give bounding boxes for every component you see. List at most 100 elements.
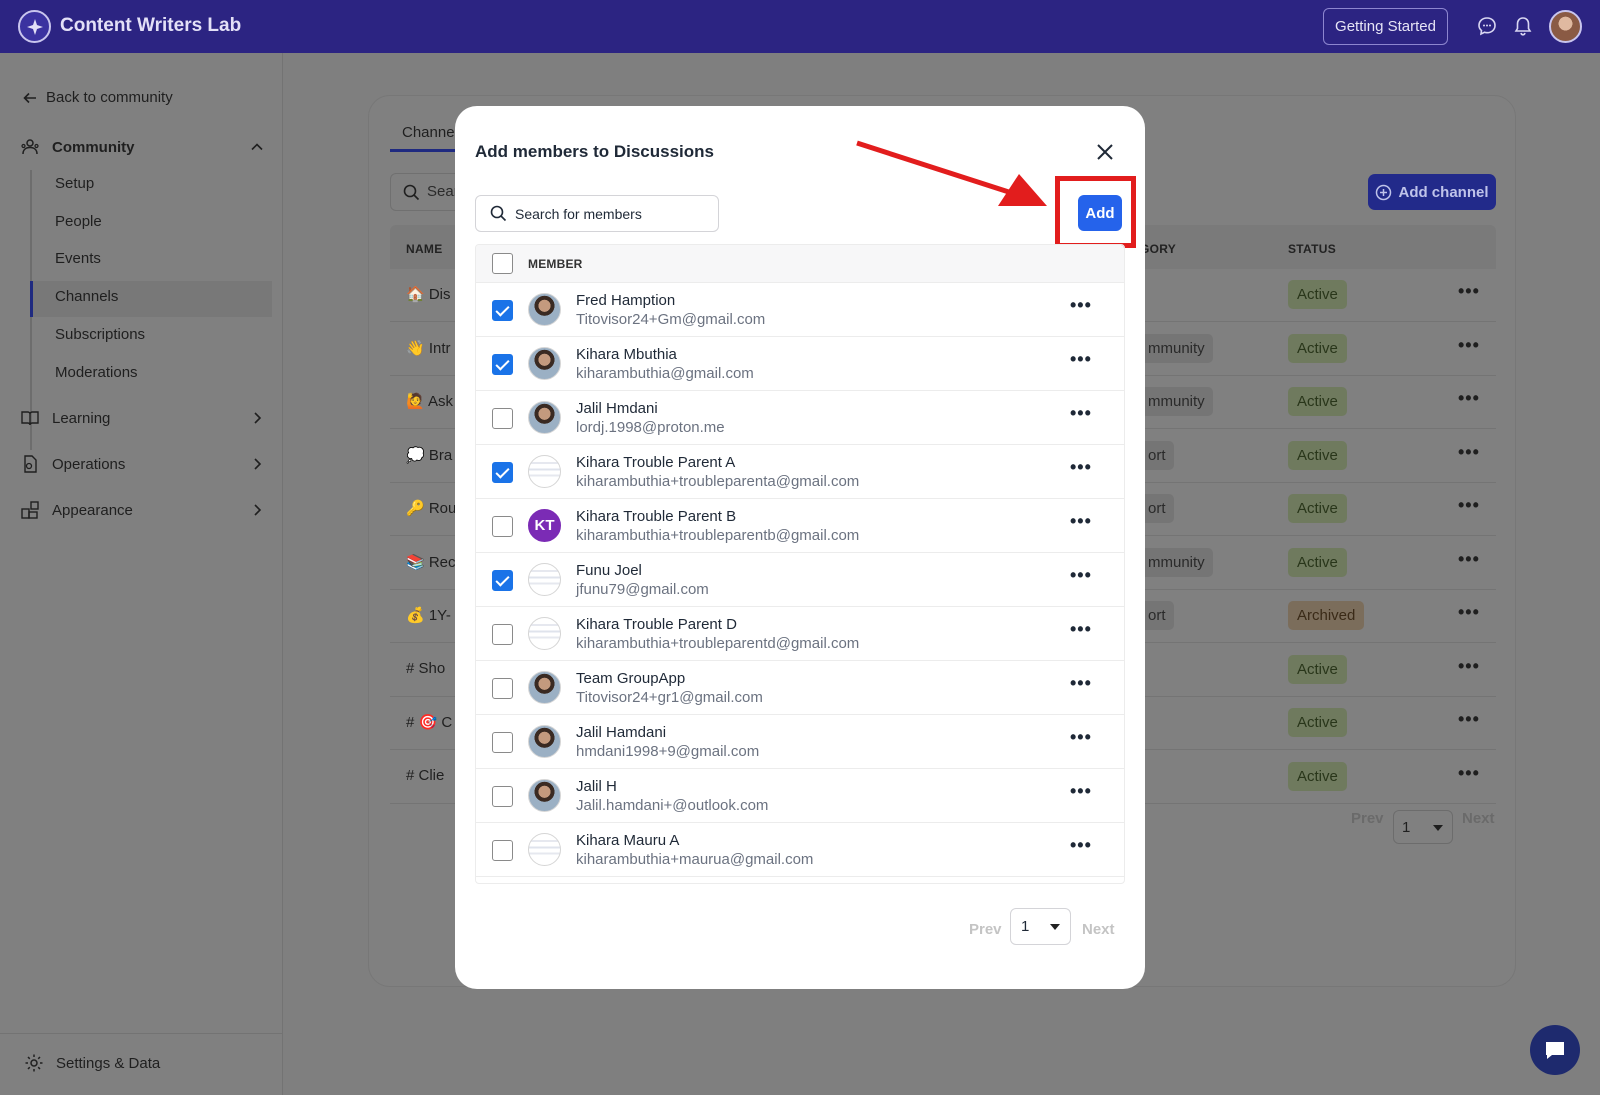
sidebar-section-community[interactable]: Community [20, 137, 265, 157]
member-email: kiharambuthia@gmail.com [576, 365, 754, 382]
add-channel-button[interactable]: Add channel [1368, 174, 1496, 210]
sidebar-section-operations[interactable]: Operations [20, 454, 265, 474]
member-name: Kihara Trouble Parent A [576, 454, 736, 471]
member-row[interactable]: Kihara Mbuthia kiharambuthia@gmail.com ••• [476, 337, 1124, 391]
member-email: kiharambuthia+troubleparentd@gmail.com [576, 635, 860, 652]
status-badge: Active [1288, 333, 1347, 363]
close-icon[interactable] [1095, 142, 1115, 162]
more-options-icon[interactable]: ••• [1458, 549, 1480, 570]
member-checkbox[interactable] [492, 732, 513, 753]
add-highlight-box: Add [1055, 176, 1136, 248]
app-logo-icon[interactable] [18, 10, 51, 43]
channel-category: mmunity [1140, 333, 1213, 363]
sidebar-item-people[interactable]: People [55, 213, 102, 230]
channel-name: 💭 Bra [406, 446, 453, 464]
member-checkbox[interactable] [492, 408, 513, 429]
back-to-community-link[interactable]: Back to community [22, 89, 173, 106]
chat-bubble-icon [1546, 1042, 1564, 1059]
column-member: MEMBER [528, 257, 583, 271]
add-button[interactable]: Add [1078, 195, 1122, 231]
more-options-icon[interactable]: ••• [1070, 619, 1092, 640]
modal-title: Add members to Discussions [475, 142, 715, 161]
bg-prev-button[interactable]: Prev [1351, 810, 1384, 827]
settings-link[interactable]: Settings & Data [24, 1053, 160, 1073]
top-bar: Content Writers Lab Getting Started [0, 0, 1600, 53]
more-options-icon[interactable]: ••• [1458, 495, 1480, 516]
sidebar-item-setup[interactable]: Setup [55, 175, 94, 192]
more-options-icon[interactable]: ••• [1070, 781, 1092, 802]
member-checkbox[interactable] [492, 624, 513, 645]
more-options-icon[interactable]: ••• [1458, 709, 1480, 730]
member-row[interactable]: Team GroupApp Titovisor24+gr1@gmail.com ••… [476, 661, 1124, 715]
more-options-icon[interactable]: ••• [1070, 457, 1092, 478]
sidebar-item-moderations[interactable]: Moderations [55, 364, 138, 381]
channel-name: 🔑 Rou [406, 500, 457, 517]
getting-started-button[interactable]: Getting Started [1323, 8, 1448, 45]
member-checkbox[interactable] [492, 570, 513, 591]
app-title[interactable]: Content Writers Lab [60, 15, 241, 37]
member-name: Funu Joel [576, 562, 642, 579]
more-options-icon[interactable]: ••• [1070, 511, 1092, 532]
sidebar-section-appearance[interactable]: Appearance [20, 500, 265, 520]
more-options-icon[interactable]: ••• [1458, 335, 1480, 356]
avatar: KT [528, 509, 561, 542]
member-row[interactable]: Fred Hamption Titovisor24+Gm@gmail.com ••• [476, 283, 1124, 337]
member-checkbox[interactable] [492, 840, 513, 861]
channel-name: 🙋 Ask [406, 393, 454, 410]
member-email: Titovisor24+Gm@gmail.com [576, 311, 766, 328]
select-all-checkbox[interactable] [492, 253, 513, 274]
more-options-icon[interactable]: ••• [1070, 673, 1092, 694]
more-options-icon[interactable]: ••• [1458, 763, 1480, 784]
channel-name: # Clie [406, 766, 445, 784]
more-options-icon[interactable]: ••• [1070, 565, 1092, 586]
member-row[interactable]: Funu Joel jfunu79@gmail.com ••• [476, 553, 1124, 607]
user-avatar[interactable] [1549, 10, 1582, 43]
support-chat-button[interactable] [1530, 1025, 1580, 1075]
member-row[interactable]: Jalil H Jalil.hamdani+@outlook.com ••• [476, 769, 1124, 823]
member-checkbox[interactable] [492, 516, 513, 537]
more-options-icon[interactable]: ••• [1458, 281, 1480, 302]
channel-name: 👋 Intr [406, 339, 451, 357]
member-checkbox[interactable] [492, 786, 513, 807]
appearance-icon [21, 501, 39, 519]
member-row[interactable]: Kihara Mauru A kiharambuthia+maurua@gmail… [476, 823, 1124, 877]
next-button[interactable]: Next [1082, 921, 1115, 938]
member-checkbox[interactable] [492, 300, 513, 321]
bg-next-button[interactable]: Next [1462, 810, 1495, 827]
more-options-icon[interactable]: ••• [1070, 349, 1092, 370]
status-badge: Active [1288, 547, 1347, 577]
more-options-icon[interactable]: ••• [1458, 656, 1480, 677]
bell-icon[interactable] [1512, 15, 1534, 37]
member-row[interactable]: Kihara Trouble Parent D kiharambuthia+tro… [476, 607, 1124, 661]
member-row[interactable]: KT Kihara Trouble Parent B kiharambuthia+t… [476, 499, 1124, 553]
sidebar-item-channels[interactable]: Channels [55, 288, 118, 305]
more-options-icon[interactable]: ••• [1070, 727, 1092, 748]
add-members-modal: Add members to Discussions Search for me… [455, 106, 1145, 989]
page-select[interactable]: 1 [1010, 908, 1071, 945]
more-options-icon[interactable]: ••• [1070, 835, 1092, 856]
more-options-icon[interactable]: ••• [1070, 295, 1092, 316]
member-row[interactable]: Jalil Hamdani hmdani1998+9@gmail.com ••• [476, 715, 1124, 769]
status-badge: Active [1288, 280, 1347, 309]
prev-button[interactable]: Prev [969, 921, 1002, 938]
bg-page-select[interactable]: 1 [1393, 810, 1453, 844]
more-options-icon[interactable]: ••• [1458, 602, 1480, 623]
sidebar: Back to community Community Setup People… [0, 53, 283, 1095]
sidebar-item-events[interactable]: Events [55, 250, 101, 267]
operations-icon [24, 455, 37, 473]
status-badge: Active [1288, 440, 1347, 470]
sidebar-item-subscriptions[interactable]: Subscriptions [55, 326, 145, 343]
tab-channels[interactable]: Channel [402, 124, 458, 141]
chevron-right-icon [254, 458, 262, 470]
member-checkbox[interactable] [492, 462, 513, 483]
member-checkbox[interactable] [492, 678, 513, 699]
more-options-icon[interactable]: ••• [1458, 442, 1480, 463]
more-options-icon[interactable]: ••• [1458, 388, 1480, 409]
sidebar-section-learning[interactable]: Learning [20, 408, 265, 428]
member-row[interactable]: Jalil Hmdani lordj.1998@proton.me ••• [476, 391, 1124, 445]
more-options-icon[interactable]: ••• [1070, 403, 1092, 424]
member-checkbox[interactable] [492, 354, 513, 375]
member-row[interactable]: Kihara Trouble Parent A kiharambuthia+tro… [476, 445, 1124, 499]
chat-icon[interactable] [1476, 15, 1498, 37]
member-search-input[interactable]: Search for members [475, 195, 719, 232]
